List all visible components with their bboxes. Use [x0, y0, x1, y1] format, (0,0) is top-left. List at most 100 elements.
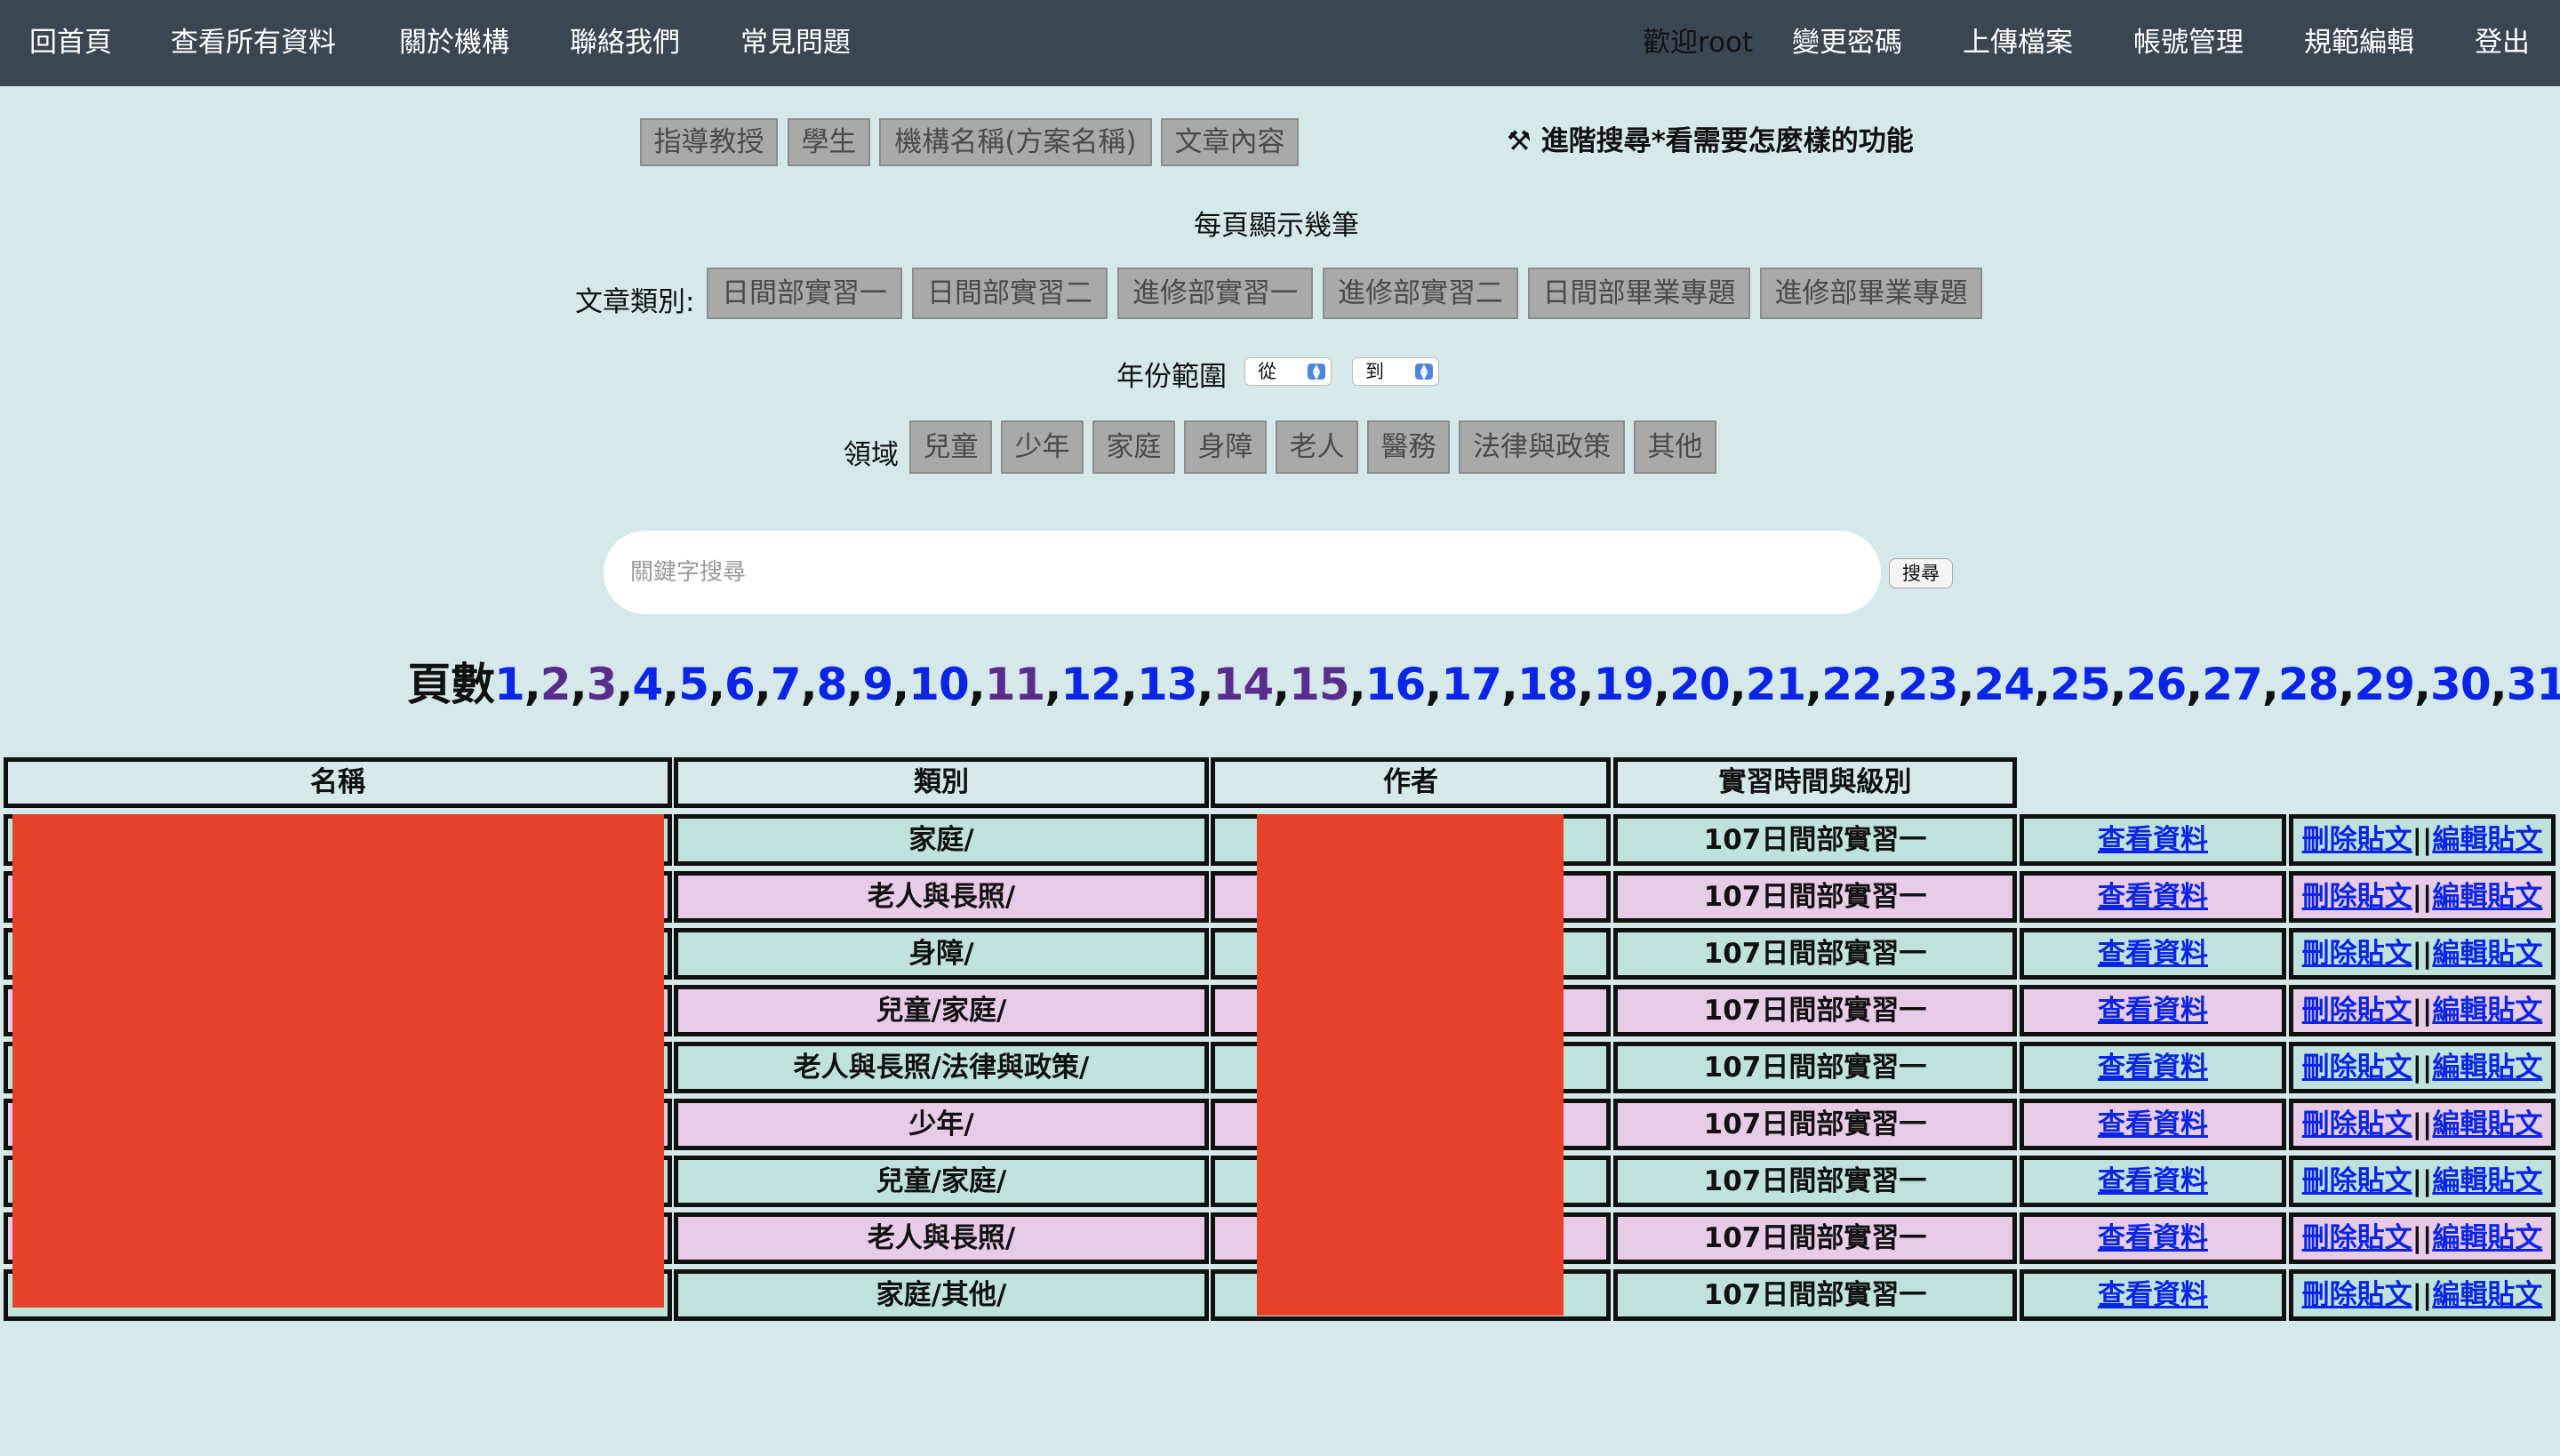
search-by-content-button[interactable]: 文章內容 — [1161, 118, 1299, 166]
view-data-link[interactable]: 查看資料 — [2098, 995, 2208, 1027]
edit-post-link[interactable]: 編輯貼文 — [2432, 881, 2542, 913]
page-link[interactable]: 31 — [2507, 659, 2560, 710]
page-link[interactable]: 14 — [1213, 659, 1275, 710]
page-link[interactable]: 8 — [817, 659, 848, 710]
page-link[interactable]: 17 — [1441, 659, 1502, 710]
page-link[interactable]: 9 — [862, 659, 893, 710]
edit-post-link[interactable]: 編輯貼文 — [2432, 1052, 2542, 1084]
field-medical-button[interactable]: 醫務 — [1367, 420, 1450, 474]
view-data-link[interactable]: 查看資料 — [2098, 1279, 2208, 1311]
nav-change-password[interactable]: 變更密碼 — [1792, 0, 1902, 86]
view-data-link[interactable]: 查看資料 — [2098, 881, 2208, 913]
category-day-intern2-button[interactable]: 日間部實習二 — [912, 268, 1108, 319]
row-period-cell: 107日間部實習一 — [1613, 1042, 2017, 1093]
edit-post-link[interactable]: 編輯貼文 — [2432, 938, 2542, 970]
page-link[interactable]: 27 — [2202, 659, 2263, 710]
page-link[interactable]: 3 — [587, 659, 618, 710]
search-button[interactable]: 搜尋 — [1889, 558, 1953, 588]
keyword-search-input[interactable] — [604, 531, 1881, 614]
page-link[interactable]: 26 — [2126, 659, 2188, 710]
delete-post-link[interactable]: 刪除貼文 — [2302, 1052, 2412, 1084]
year-from-select[interactable]: 從 ▲ ▼ — [1244, 357, 1332, 386]
edit-post-link[interactable]: 編輯貼文 — [2432, 824, 2542, 856]
edit-post-link[interactable]: 編輯貼文 — [2432, 1279, 2542, 1311]
page-separator: , — [1425, 659, 1442, 710]
page-separator: , — [1653, 659, 1670, 710]
page-link[interactable]: 16 — [1365, 659, 1427, 710]
search-by-agency-button[interactable]: 機構名稱(方案名稱) — [879, 118, 1152, 166]
page-link[interactable]: 10 — [908, 659, 970, 710]
year-to-select[interactable]: 到 ▲ ▼ — [1352, 357, 1439, 386]
delete-post-link[interactable]: 刪除貼文 — [2302, 938, 2412, 970]
view-data-link[interactable]: 查看資料 — [2098, 1108, 2208, 1140]
view-data-link[interactable]: 查看資料 — [2098, 938, 2208, 970]
page-link[interactable]: 22 — [1821, 659, 1883, 710]
page-link[interactable]: 24 — [1973, 659, 2035, 710]
search-by-student-button[interactable]: 學生 — [788, 118, 870, 166]
edit-post-link[interactable]: 編輯貼文 — [2432, 1222, 2542, 1254]
category-night-project-button[interactable]: 進修部畢業專題 — [1760, 268, 1982, 319]
row-actions-cell: 刪除貼文||編輯貼文 — [2289, 928, 2556, 980]
page-link[interactable]: 1 — [494, 659, 525, 710]
page-link[interactable]: 2 — [540, 659, 572, 710]
nav-home[interactable]: 回首頁 — [29, 0, 112, 86]
page-link[interactable]: 13 — [1137, 659, 1198, 710]
page-link[interactable]: 4 — [632, 659, 663, 710]
nav-upload[interactable]: 上傳檔案 — [1963, 0, 2073, 86]
delete-post-link[interactable]: 刪除貼文 — [2302, 995, 2412, 1027]
page-link[interactable]: 30 — [2430, 659, 2492, 710]
view-data-link[interactable]: 查看資料 — [2098, 824, 2208, 856]
nav-about[interactable]: 關於機構 — [399, 0, 509, 86]
page-link[interactable]: 12 — [1060, 659, 1122, 710]
view-data-link[interactable]: 查看資料 — [2098, 1222, 2208, 1254]
edit-post-link[interactable]: 編輯貼文 — [2432, 1165, 2542, 1197]
category-day-intern1-button[interactable]: 日間部實習一 — [707, 268, 902, 319]
field-law-policy-button[interactable]: 法律與政策 — [1459, 420, 1625, 474]
field-other-button[interactable]: 其他 — [1634, 420, 1716, 474]
page-link[interactable]: 18 — [1517, 659, 1579, 710]
page-link[interactable]: 29 — [2354, 659, 2415, 710]
delete-post-link[interactable]: 刪除貼文 — [2302, 1108, 2412, 1140]
delete-post-link[interactable]: 刪除貼文 — [2302, 881, 2412, 913]
category-night-intern2-button[interactable]: 進修部實習二 — [1323, 268, 1518, 319]
field-children-button[interactable]: 兒童 — [909, 420, 992, 474]
edit-post-link[interactable]: 編輯貼文 — [2432, 1108, 2542, 1140]
row-actions-cell: 刪除貼文||編輯貼文 — [2289, 1156, 2556, 1207]
category-night-intern1-button[interactable]: 進修部實習一 — [1117, 268, 1313, 319]
nav-faq[interactable]: 常見問題 — [740, 0, 851, 86]
page-link[interactable]: 20 — [1669, 659, 1731, 710]
field-elderly-button[interactable]: 老人 — [1276, 420, 1358, 474]
category-day-project-button[interactable]: 日間部畢業專題 — [1528, 268, 1750, 319]
field-family-button[interactable]: 家庭 — [1092, 420, 1175, 474]
delete-post-link[interactable]: 刪除貼文 — [2302, 1279, 2412, 1311]
page-link[interactable]: 23 — [1898, 659, 1959, 710]
page-link[interactable]: 5 — [678, 659, 709, 710]
nav-logout[interactable]: 登出 — [2475, 0, 2530, 86]
field-disability-button[interactable]: 身障 — [1184, 420, 1267, 474]
edit-post-link[interactable]: 編輯貼文 — [2432, 995, 2542, 1027]
action-separator: || — [2412, 881, 2433, 913]
nav-contact[interactable]: 聯絡我們 — [570, 0, 680, 86]
nav-account-manage[interactable]: 帳號管理 — [2133, 0, 2244, 86]
page-separator: , — [2414, 659, 2431, 710]
view-data-link[interactable]: 查看資料 — [2098, 1052, 2208, 1084]
field-youth-button[interactable]: 少年 — [1001, 420, 1084, 474]
search-by-advisor-button[interactable]: 指導教授 — [640, 118, 778, 166]
page-link[interactable]: 6 — [724, 659, 756, 710]
page-link[interactable]: 19 — [1594, 659, 1655, 710]
view-data-link[interactable]: 查看資料 — [2098, 1165, 2208, 1197]
page-link[interactable]: 28 — [2278, 659, 2340, 710]
row-view-cell: 查看資料 — [2020, 871, 2286, 923]
nav-view-all[interactable]: 查看所有資料 — [171, 0, 336, 86]
year-to-value: 到 — [1365, 361, 1384, 382]
delete-post-link[interactable]: 刪除貼文 — [2302, 824, 2412, 856]
page-link[interactable]: 15 — [1289, 659, 1350, 710]
page-link[interactable]: 11 — [985, 659, 1046, 710]
page-link[interactable]: 25 — [2050, 659, 2111, 710]
page-separator: , — [846, 659, 863, 710]
page-link[interactable]: 7 — [771, 659, 802, 710]
delete-post-link[interactable]: 刪除貼文 — [2302, 1222, 2412, 1254]
delete-post-link[interactable]: 刪除貼文 — [2302, 1165, 2412, 1197]
page-link[interactable]: 21 — [1746, 659, 1807, 710]
nav-rule-edit[interactable]: 規範編輯 — [2304, 0, 2414, 86]
